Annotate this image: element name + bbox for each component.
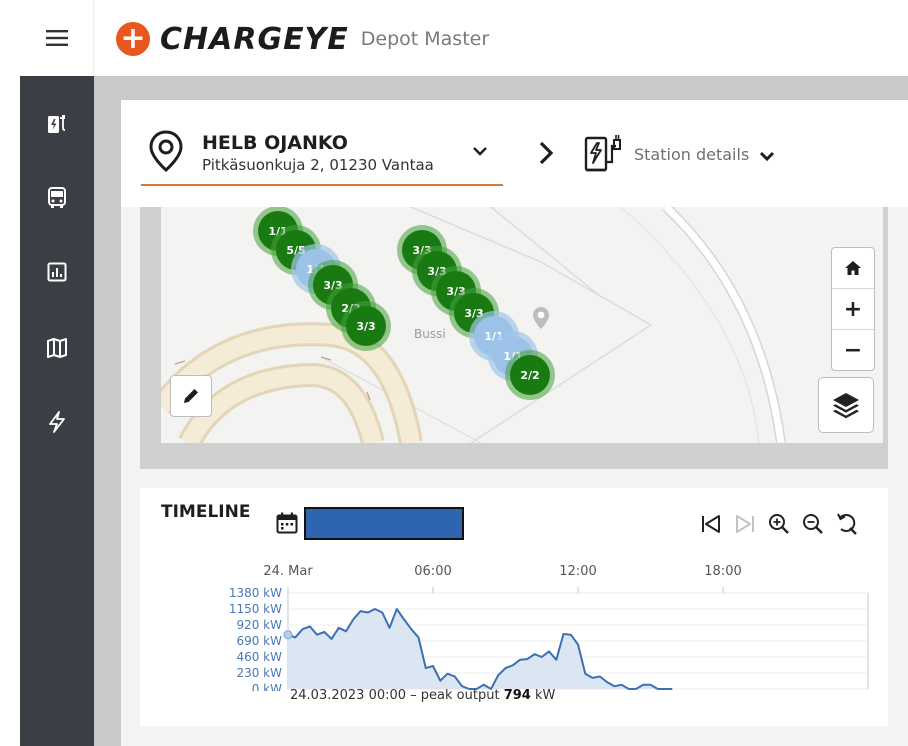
location-selector-underline [141,184,503,186]
y-tick-label: 690 kW [236,634,282,648]
calendar-icon[interactable] [276,512,298,539]
map-home-button[interactable] [832,248,874,289]
x-tick-label: 24. Mar [263,564,313,579]
reset-zoom-icon [837,513,857,535]
chevron-right-icon [538,140,554,171]
poi-pin-icon [533,307,549,329]
x-tick-label: 18:00 [704,564,741,579]
zoom-in-icon [769,514,789,534]
skip-start-icon [702,515,720,533]
x-tick-label: 06:00 [414,564,451,579]
sidebar-item-vehicles[interactable] [20,178,94,218]
location-address[interactable]: Pitkäsuonkuja 2, 01230 Vantaa [202,156,434,174]
sidebar [20,76,94,746]
poi-label: Bussi [414,327,446,341]
zoom-out-icon [803,514,823,534]
charger-cluster[interactable]: 2/2 [510,355,550,395]
y-tick-label: 0 kW [252,682,282,691]
location-pin-icon [148,130,184,177]
brand-name: CHARGEYE [160,21,349,57]
power-timeline-chart[interactable]: 0 kW 230 kW 460 kW 690 kW 920 kW 1150 kW 1380 … [161,556,881,691]
x-tick-label: 12:00 [559,564,596,579]
product-name: Depot Master [360,28,490,50]
start-marker [283,630,293,640]
timeline-toolbar [700,512,858,536]
map-zoom-out-button[interactable]: − [832,330,874,371]
zoom-out-button[interactable] [802,512,824,536]
bus-icon [48,187,66,208]
charging-station-icon [583,132,627,179]
map-layers-button[interactable] [818,377,874,433]
window-edge [0,0,20,746]
map-icon [47,338,67,358]
peak-output-unit: kW [530,688,556,703]
date-picker-input[interactable] [304,507,464,540]
charging-icon [48,115,66,133]
timeline-title: TIMELINE [161,502,251,522]
station-dropdown-chevron-icon[interactable] [759,148,775,166]
map-zoom-controls: + − [831,247,875,371]
y-tick-label: 920 kW [236,618,282,632]
y-tick-label: 460 kW [236,650,282,664]
hamburger-menu-button[interactable] [20,0,94,76]
map-edit-button[interactable] [170,375,212,417]
sidebar-item-energy[interactable] [20,402,94,442]
hamburger-icon [45,30,68,46]
reset-zoom-button[interactable] [836,512,858,536]
y-tick-label: 1380 kW [229,586,282,600]
caption-text: 24.03.2023 00:00 – peak output [290,688,504,703]
peak-output-value: 794 [503,688,531,703]
report-icon [47,262,67,282]
energy-icon [49,411,65,433]
sidebar-item-reports[interactable] [20,252,94,292]
top-bar: + CHARGEYE Depot Master [20,0,908,76]
map-zoom-in-button[interactable]: + [832,289,874,330]
go-to-end-button[interactable] [734,512,756,536]
location-dropdown-chevron-icon[interactable] [472,144,488,162]
brand[interactable]: + CHARGEYE Depot Master [116,20,489,58]
sidebar-item-charging[interactable] [20,104,94,144]
timeline-caption: 24.03.2023 00:00 – peak output 794 kW [290,688,555,703]
station-details-dropdown[interactable]: Station details [634,145,749,164]
zoom-in-button[interactable] [768,512,790,536]
y-tick-label: 230 kW [236,666,282,680]
layers-icon [833,393,859,419]
y-tick-label: 1150 kW [229,602,282,616]
skip-end-icon [736,515,754,533]
depot-map[interactable]: Bussi 1/1 5/5 1/1 3/3 2/2 3/3 3/3 3/3 3/… [161,207,883,443]
location-title[interactable]: HELB OJANKO [202,132,348,154]
sidebar-item-map[interactable] [20,328,94,368]
brand-logo-icon: + [116,22,150,56]
charger-cluster[interactable]: 3/3 [346,306,386,346]
home-icon [845,261,861,275]
power-area [288,609,673,689]
pencil-icon [184,389,198,403]
go-to-start-button[interactable] [700,512,722,536]
